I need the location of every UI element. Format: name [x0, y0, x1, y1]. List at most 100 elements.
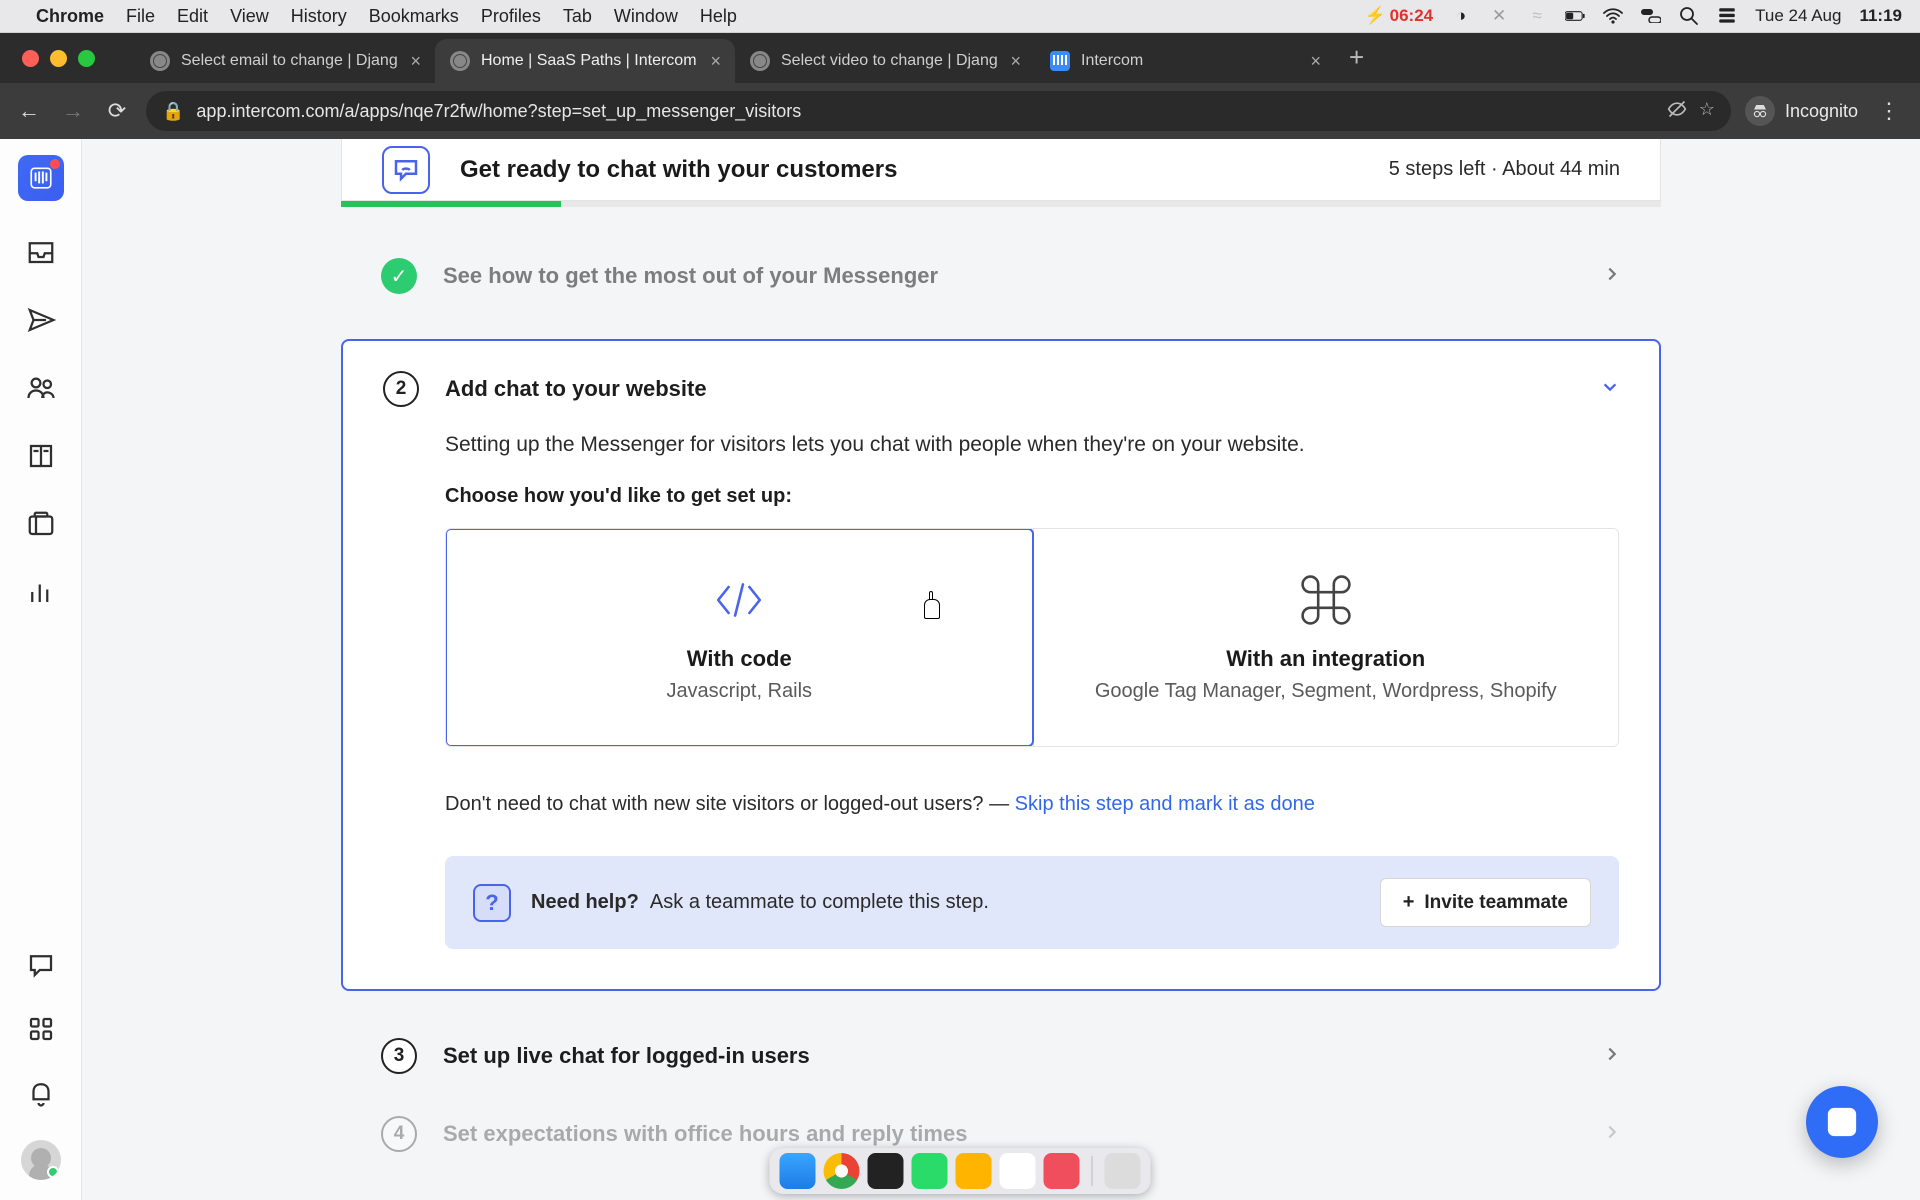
intercom-logo[interactable]	[18, 155, 64, 201]
dock-pycharm[interactable]	[912, 1153, 948, 1189]
question-icon: ?	[473, 884, 511, 922]
dock-sublime[interactable]	[956, 1153, 992, 1189]
nav-forward-button[interactable]: →	[58, 96, 88, 126]
mac-menubar: Chrome File Edit View History Bookmarks …	[0, 0, 1920, 33]
chevron-right-icon	[1603, 1123, 1621, 1146]
chrome-menu-button[interactable]: ⋮	[1872, 98, 1906, 124]
tab-title: Home | SaaS Paths | Intercom	[481, 52, 700, 70]
mac-menu-profiles[interactable]: Profiles	[481, 6, 541, 27]
mac-menu-window[interactable]: Window	[614, 6, 678, 27]
mac-time[interactable]: 11:19	[1859, 6, 1902, 26]
step-2-description: Setting up the Messenger for visitors le…	[445, 433, 1619, 457]
dock-chrome[interactable]	[824, 1153, 860, 1189]
globe-icon	[449, 50, 471, 72]
tab-close-button[interactable]: ×	[1310, 51, 1321, 72]
dock-finder[interactable]	[780, 1153, 816, 1189]
mac-menu-help[interactable]: Help	[700, 6, 737, 27]
status-icon-1[interactable]: ◑	[1451, 6, 1471, 26]
status-icon-3[interactable]: ≈	[1527, 6, 1547, 26]
code-icon	[711, 572, 767, 628]
notifications-icon[interactable]	[24, 1076, 58, 1110]
lock-icon[interactable]: 🔒	[162, 101, 184, 122]
intercom-launcher-button[interactable]	[1806, 1086, 1878, 1158]
status-icon-2[interactable]: ✕	[1489, 6, 1509, 26]
browser-tab-2[interactable]: Select video to change | Djang ×	[735, 39, 1035, 83]
mac-menu-edit[interactable]: Edit	[177, 6, 208, 27]
tab-title: Select video to change | Djang	[781, 52, 1000, 70]
globe-icon	[749, 50, 771, 72]
browser-tab-0[interactable]: Select email to change | Djang ×	[135, 39, 435, 83]
nav-back-button[interactable]: ←	[14, 96, 44, 126]
tab-close-button[interactable]: ×	[1010, 51, 1021, 72]
address-bar[interactable]: 🔒 app.intercom.com/a/apps/nqe7r2fw/home?…	[146, 91, 1731, 131]
eye-off-icon[interactable]	[1667, 99, 1687, 124]
apps-icon[interactable]	[24, 1012, 58, 1046]
wifi-icon[interactable]	[1603, 6, 1623, 26]
invite-teammate-button[interactable]: + Invite teammate	[1380, 878, 1591, 927]
command-icon	[1298, 572, 1354, 628]
window-maximize-button[interactable]	[78, 50, 95, 67]
step-2-header[interactable]: 2 Add chat to your website	[383, 371, 1619, 407]
spotlight-icon[interactable]	[1679, 6, 1699, 26]
incognito-icon	[1745, 96, 1775, 126]
option-with-code[interactable]: With code Javascript, Rails	[445, 528, 1034, 747]
tab-close-button[interactable]: ×	[710, 51, 721, 72]
step-4-label: Set expectations with office hours and r…	[443, 1121, 1603, 1147]
dock-notes[interactable]	[1000, 1153, 1036, 1189]
step-3-row[interactable]: 3 Set up live chat for logged-in users	[341, 1017, 1661, 1095]
tab-title: Select email to change | Djang	[181, 52, 400, 70]
setup-options: With code Javascript, Rails With an inte…	[445, 528, 1619, 747]
globe-icon	[149, 50, 171, 72]
contacts-icon[interactable]	[24, 371, 58, 405]
articles-icon[interactable]	[24, 439, 58, 473]
battery-warning-time: 06:24	[1390, 6, 1433, 26]
browser-tab-3[interactable]: Intercom ×	[1035, 39, 1335, 83]
mac-menu-tab[interactable]: Tab	[563, 6, 592, 27]
option-title: With code	[687, 646, 792, 672]
mac-date[interactable]: Tue 24 Aug	[1755, 6, 1841, 26]
chrome-toolbar: ← → ⟳ 🔒 app.intercom.com/a/apps/nqe7r2fw…	[0, 83, 1920, 139]
option-with-integration[interactable]: With an integration Google Tag Manager, …	[1033, 529, 1619, 746]
skip-step-link[interactable]: Skip this step and mark it as done	[1015, 793, 1315, 815]
nav-reload-button[interactable]: ⟳	[102, 96, 132, 126]
user-avatar[interactable]	[21, 1140, 61, 1180]
tab-title: Intercom	[1081, 52, 1300, 70]
dock-trash[interactable]	[1105, 1153, 1141, 1189]
option-subtitle: Javascript, Rails	[666, 680, 812, 703]
notification-center-icon[interactable]	[1717, 6, 1737, 26]
reports-icon[interactable]	[24, 575, 58, 609]
battery-icon[interactable]	[1565, 6, 1585, 26]
window-close-button[interactable]	[22, 50, 39, 67]
chat-icon[interactable]	[24, 948, 58, 982]
control-center-icon[interactable]	[1641, 6, 1661, 26]
window-traffic-lights	[22, 50, 95, 67]
new-tab-button[interactable]: +	[1349, 42, 1364, 73]
mac-menu-file[interactable]: File	[126, 6, 155, 27]
window-minimize-button[interactable]	[50, 50, 67, 67]
battery-warning-icon[interactable]: ⚡06:24	[1364, 6, 1433, 26]
skip-prefix: Don't need to chat with new site visitor…	[445, 793, 1015, 815]
dock-terminal[interactable]	[868, 1153, 904, 1189]
mac-menu-bookmarks[interactable]: Bookmarks	[369, 6, 459, 27]
send-icon[interactable]	[24, 303, 58, 337]
mac-menu-view[interactable]: View	[230, 6, 269, 27]
browser-tab-1[interactable]: Home | SaaS Paths | Intercom ×	[435, 39, 735, 83]
url-text: app.intercom.com/a/apps/nqe7r2fw/home?st…	[196, 101, 801, 122]
platform-icon[interactable]	[24, 507, 58, 541]
mac-menu-history[interactable]: History	[291, 6, 347, 27]
chevron-down-icon	[1601, 378, 1619, 401]
bookmark-star-icon[interactable]: ☆	[1699, 99, 1715, 124]
step-3-label: Set up live chat for logged-in users	[443, 1043, 1603, 1069]
mac-active-app[interactable]: Chrome	[36, 6, 104, 27]
need-help-banner: ? Need help? Ask a teammate to complete …	[445, 856, 1619, 949]
step-number-badge: 4	[381, 1116, 417, 1152]
tab-close-button[interactable]: ×	[410, 51, 421, 72]
step-1-row[interactable]: ✓ See how to get the most out of your Me…	[341, 237, 1661, 315]
progress-fill	[341, 201, 561, 207]
incognito-indicator[interactable]: Incognito	[1745, 96, 1858, 126]
option-subtitle: Google Tag Manager, Segment, Wordpress, …	[1095, 680, 1557, 703]
dock-separator	[1092, 1156, 1093, 1186]
inbox-icon[interactable]	[24, 235, 58, 269]
dock-app[interactable]	[1044, 1153, 1080, 1189]
step-2-card: 2 Add chat to your website Setting up th…	[341, 339, 1661, 991]
